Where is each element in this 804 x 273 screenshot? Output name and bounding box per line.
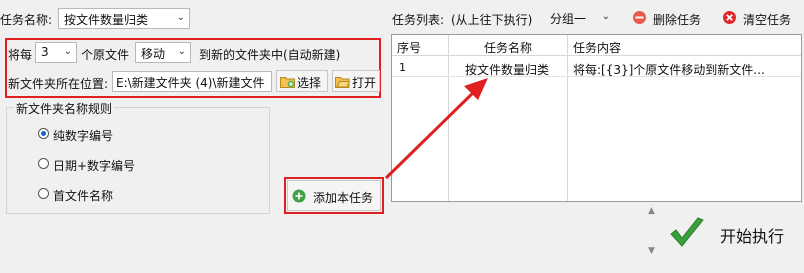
location-path-field[interactable]: E:\新建文件夹 (4)\新建文件	[112, 71, 272, 92]
task-list-label: 任务列表:	[392, 13, 445, 27]
chevron-down-icon: ⌄	[63, 46, 72, 57]
radio-selected[interactable]	[38, 128, 49, 139]
task-name-label: 任务名称:	[0, 13, 53, 27]
rule-middle: 个原文件	[81, 48, 130, 62]
add-task-button[interactable]: 添加本任务	[287, 180, 381, 211]
delete-task-button[interactable]	[632, 10, 647, 25]
action-combo[interactable]: 移动 ⌄	[135, 42, 191, 63]
open-folder-button[interactable]: 打开	[332, 70, 380, 92]
minus-circle-icon	[633, 11, 646, 24]
column-header-content[interactable]: 任务内容	[573, 39, 621, 56]
group-value: 分组一	[550, 12, 587, 26]
radio-unselected[interactable]	[38, 158, 49, 169]
row-content: 将每:[{3}]个原文件移动到新文件...	[573, 63, 765, 77]
clear-task-label[interactable]: 清空任务	[743, 11, 791, 28]
radio-unselected[interactable]	[38, 188, 49, 199]
location-path-value: E:\新建文件夹 (4)\新建文件	[116, 76, 265, 90]
start-label: 开始执行	[720, 227, 785, 246]
checkmark-icon	[670, 217, 704, 247]
task-name-combo[interactable]: 按文件数量归类 ⌄	[58, 8, 190, 29]
start-button[interactable]: 开始执行	[662, 206, 800, 262]
naming-option-label: 首文件名称	[53, 189, 114, 203]
clear-task-button[interactable]	[722, 10, 737, 25]
group-combo[interactable]: 分组一 ⌄	[548, 8, 612, 29]
add-task-label: 添加本任务	[313, 191, 374, 205]
scroll-stepper[interactable]: ▲ ▼	[646, 206, 660, 262]
naming-rule-title: 新文件夹名称规则	[14, 100, 115, 117]
triangle-up-icon: ▲	[648, 206, 655, 216]
annotation-arrow	[384, 78, 488, 180]
count-combo[interactable]: 3 ⌄	[35, 42, 77, 63]
triangle-down-icon: ▼	[648, 246, 655, 256]
folder-open-icon	[335, 77, 350, 88]
chevron-down-icon: ⌄	[176, 12, 185, 23]
column-header-index[interactable]: 序号	[397, 39, 421, 56]
column-header-name[interactable]: 任务名称	[484, 39, 532, 56]
folder-add-icon	[280, 77, 295, 88]
rule-prefix: 将每	[8, 48, 33, 62]
naming-option-label: 日期+数字编号	[53, 159, 136, 173]
delete-task-label[interactable]: 删除任务	[653, 11, 701, 28]
select-folder-button[interactable]: 选择	[276, 70, 328, 92]
open-folder-label: 打开	[352, 76, 377, 90]
close-circle-icon	[723, 11, 736, 24]
task-name-value: 按文件数量归类	[64, 13, 149, 27]
naming-option-label: 纯数字编号	[53, 129, 114, 143]
select-folder-label: 选择	[297, 76, 322, 90]
chevron-down-icon: ⌄	[601, 11, 610, 22]
task-order-note: (从上往下执行)	[451, 13, 533, 27]
rule-suffix: 到新的文件夹中(自动新建)	[199, 48, 341, 62]
chevron-down-icon: ⌄	[177, 46, 186, 57]
plus-circle-icon	[292, 189, 306, 203]
count-value: 3	[41, 45, 49, 59]
location-label: 新文件夹所在位置:	[8, 77, 109, 91]
action-value: 移动	[141, 47, 166, 61]
